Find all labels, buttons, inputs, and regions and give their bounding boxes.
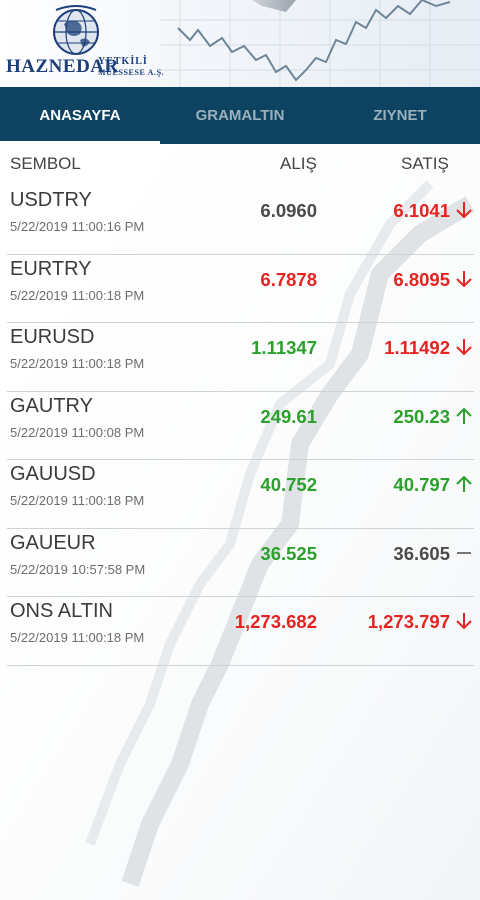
row-sell-price: 36.605 bbox=[393, 542, 450, 564]
row-buy-price: 36.525 bbox=[260, 542, 317, 564]
row-timestamp: 5/22/2019 11:00:18 PM bbox=[10, 356, 145, 371]
rate-row[interactable]: USDTRY 5/22/2019 11:00:16 PM 6.0960 6.1041 bbox=[7, 186, 474, 255]
row-buy-price: 1,273.682 bbox=[234, 611, 317, 632]
row-timestamp: 5/22/2019 11:00:08 PM bbox=[10, 424, 145, 440]
row-symbol: GAUTRY bbox=[10, 394, 93, 417]
rate-row[interactable]: EURUSD 5/22/2019 11:00:18 PM 1.11347 1.1149… bbox=[7, 323, 474, 392]
rate-row[interactable]: GAUUSD 5/22/2019 11:00:18 PM 40.752 40.797 bbox=[7, 460, 474, 529]
rate-row[interactable]: GAUTRY 5/22/2019 11:00:08 PM 249.61 250.23 bbox=[7, 392, 474, 460]
row-buy-price: 6.0960 bbox=[260, 200, 317, 221]
row-timestamp: 5/22/2019 11:00:16 PM bbox=[10, 219, 145, 234]
column-header-buy: ALIŞ bbox=[280, 154, 317, 173]
column-header-symbol: SEMBOL bbox=[10, 154, 81, 173]
tab-anasayfa[interactable]: ANASAYFA bbox=[0, 87, 160, 144]
brand-subtitle-line2: MÜESSESE A.Ş. bbox=[98, 68, 165, 77]
app-header: HAZNEDAR YETKİLİ MÜESSESE A.Ş. bbox=[0, 0, 480, 87]
rates-panel: SEMBOL ALIŞ SATIŞ USDTRY 5/22/2019 11:00:… bbox=[0, 144, 480, 900]
tab-gramaltin[interactable]: GRAMALTIN bbox=[160, 87, 320, 144]
arrow-up-icon bbox=[454, 406, 474, 426]
brand-subtitle-line1: YETKİLİ bbox=[98, 56, 148, 67]
row-buy-price: 6.7878 bbox=[260, 268, 317, 290]
row-sell-price: 1.11492 bbox=[384, 337, 450, 358]
column-header-sell: SATIŞ bbox=[401, 154, 449, 173]
row-buy-price: 249.61 bbox=[260, 405, 317, 427]
row-symbol: EURTRY bbox=[10, 257, 92, 280]
arrow-up-icon bbox=[454, 474, 474, 494]
arrow-down-icon bbox=[454, 337, 474, 357]
row-sell-price: 250.23 bbox=[393, 405, 450, 427]
arrow-down-icon bbox=[454, 200, 474, 220]
row-symbol: USDTRY bbox=[10, 189, 92, 211]
row-symbol: ONS ALTIN bbox=[10, 600, 113, 622]
rate-row[interactable]: GAUEUR 5/22/2019 10:57:58 PM 36.525 36.605 bbox=[7, 529, 474, 597]
row-symbol: GAUEUR bbox=[10, 531, 96, 554]
arrow-down-icon bbox=[454, 611, 474, 631]
arrow-down-icon bbox=[454, 269, 474, 289]
row-buy-price: 1.11347 bbox=[251, 337, 317, 358]
row-sell-price: 6.1041 bbox=[393, 200, 450, 221]
row-sell-price: 40.797 bbox=[393, 474, 450, 495]
row-sell-price: 6.8095 bbox=[393, 268, 450, 290]
row-timestamp: 5/22/2019 11:00:18 PM bbox=[10, 287, 145, 303]
rate-row[interactable]: EURTRY 5/22/2019 11:00:18 PM 6.7878 6.8095 bbox=[7, 255, 474, 323]
row-buy-price: 40.752 bbox=[260, 474, 317, 495]
globe-logo-icon bbox=[53, 5, 99, 55]
row-timestamp: 5/22/2019 10:57:58 PM bbox=[10, 561, 146, 577]
row-timestamp: 5/22/2019 11:00:18 PM bbox=[10, 493, 145, 508]
rate-row[interactable]: ONS ALTIN 5/22/2019 11:00:18 PM 1,273.682 1… bbox=[7, 597, 474, 666]
row-timestamp: 5/22/2019 11:00:18 PM bbox=[10, 630, 145, 645]
rates-list: USDTRY 5/22/2019 11:00:16 PM 6.0960 6.1041 E… bbox=[7, 186, 474, 666]
row-symbol: EURUSD bbox=[10, 326, 95, 348]
tab-ziynet[interactable]: ZIYNET bbox=[320, 87, 480, 144]
dash-icon bbox=[454, 543, 474, 563]
row-sell-price: 1,273.797 bbox=[367, 611, 450, 632]
row-symbol: GAUUSD bbox=[10, 463, 96, 485]
tab-bar: ANASAYFA GRAMALTIN ZIYNET bbox=[0, 87, 480, 144]
